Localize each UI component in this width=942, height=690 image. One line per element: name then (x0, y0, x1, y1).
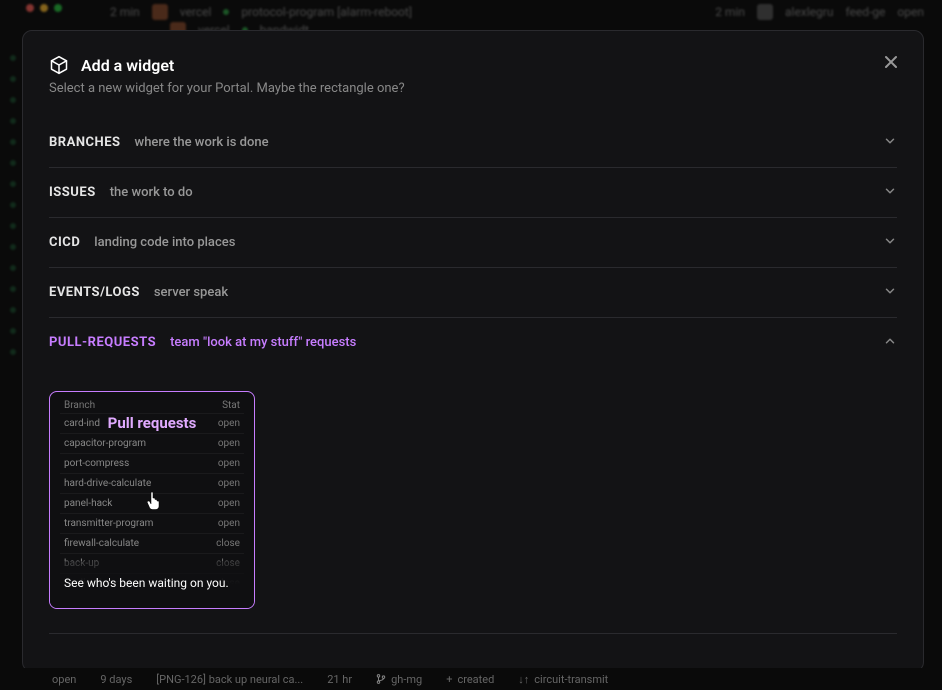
bg-row-1: 2 min vercel protocol-program [alarm-reb… (110, 4, 412, 20)
section-issues[interactable]: ISSUES the work to do (49, 168, 897, 218)
section-cicd[interactable]: CICD landing code into places (49, 218, 897, 268)
bg-row-1-right: 2 min alexlegru feed-ge open (715, 4, 924, 20)
col-status: Stat (222, 400, 240, 411)
bg-user: vercel (180, 5, 212, 19)
sort-icon: ↓↑ (518, 673, 529, 686)
table-row: capacitor-programopen (60, 433, 244, 453)
bg-user2: alexlegru (785, 5, 833, 19)
section-title: BRANCHES (49, 135, 121, 150)
window-traffic-lights (26, 4, 62, 12)
table-header: Branch Stat (60, 398, 244, 413)
chevron-down-icon (883, 133, 897, 152)
section-desc: team "look at my stuff" requests (170, 335, 356, 350)
chevron-down-icon (883, 183, 897, 202)
plus-icon: + (446, 673, 452, 686)
widget-card-title: Pull requests (50, 414, 254, 432)
section-title: PULL-REQUESTS (49, 335, 156, 350)
section-desc: the work to do (110, 185, 193, 200)
bg-time: 2 min (110, 5, 140, 19)
sidebar-dots (10, 55, 16, 355)
bottom-created[interactable]: + created (446, 673, 494, 686)
chevron-down-icon (883, 233, 897, 252)
bottom-pr: [PNG-126] back up neural ca... (156, 673, 303, 686)
bg-time2: 2 min (715, 5, 745, 19)
bg-tag: feed-ge (845, 5, 885, 19)
bottom-circuit[interactable]: ↓↑ circuit-transmit (518, 673, 608, 686)
close-button[interactable] (879, 51, 903, 75)
modal-header: Add a widget (49, 55, 897, 75)
table-row: transmitter-programopen (60, 513, 244, 533)
widget-grid: Pull requests Branch Stat card-indopen c… (49, 367, 897, 634)
close-icon (884, 54, 898, 73)
section-desc: where the work is done (135, 135, 269, 150)
widget-caption: See who's been waiting on you. (50, 561, 254, 608)
modal-title: Add a widget (81, 56, 174, 75)
bg-status: open (897, 5, 924, 19)
avatar (757, 4, 773, 20)
section-events-logs[interactable]: EVENTS/LOGS server speak (49, 268, 897, 318)
avatar (152, 4, 168, 20)
bottom-bar: open 9 days [PNG-126] back up neural ca.… (0, 668, 942, 690)
status-dot (223, 9, 229, 15)
widget-card-pull-requests[interactable]: Pull requests Branch Stat card-indopen c… (49, 391, 255, 609)
section-branches[interactable]: BRANCHES where the work is done (49, 118, 897, 168)
bottom-hrs: 21 hr (327, 673, 352, 686)
chevron-up-icon (883, 333, 897, 352)
section-title: EVENTS/LOGS (49, 285, 140, 300)
section-desc: landing code into places (94, 235, 235, 250)
table-row: firewall-calculateclose (60, 533, 244, 553)
bottom-open: open (52, 673, 76, 686)
cursor-hand-icon (146, 492, 162, 514)
bottom-days: 9 days (100, 673, 132, 686)
chevron-down-icon (883, 283, 897, 302)
section-title: CICD (49, 235, 80, 250)
branch-icon (376, 674, 386, 684)
add-widget-modal: Add a widget Select a new widget for you… (22, 30, 924, 672)
bg-repo: protocol-program [alarm-reboot] (241, 5, 412, 19)
section-desc: server speak (154, 285, 228, 300)
table-row: port-compressopen (60, 453, 244, 473)
col-branch: Branch (64, 400, 95, 411)
cube-icon (49, 55, 69, 75)
section-title: ISSUES (49, 185, 96, 200)
modal-subtitle: Select a new widget for your Portal. May… (49, 81, 897, 96)
section-pull-requests[interactable]: PULL-REQUESTS team "look at my stuff" re… (49, 318, 897, 367)
table-row: hard-drive-calculateopen (60, 473, 244, 493)
bottom-branch[interactable]: gh-mg (376, 673, 422, 686)
